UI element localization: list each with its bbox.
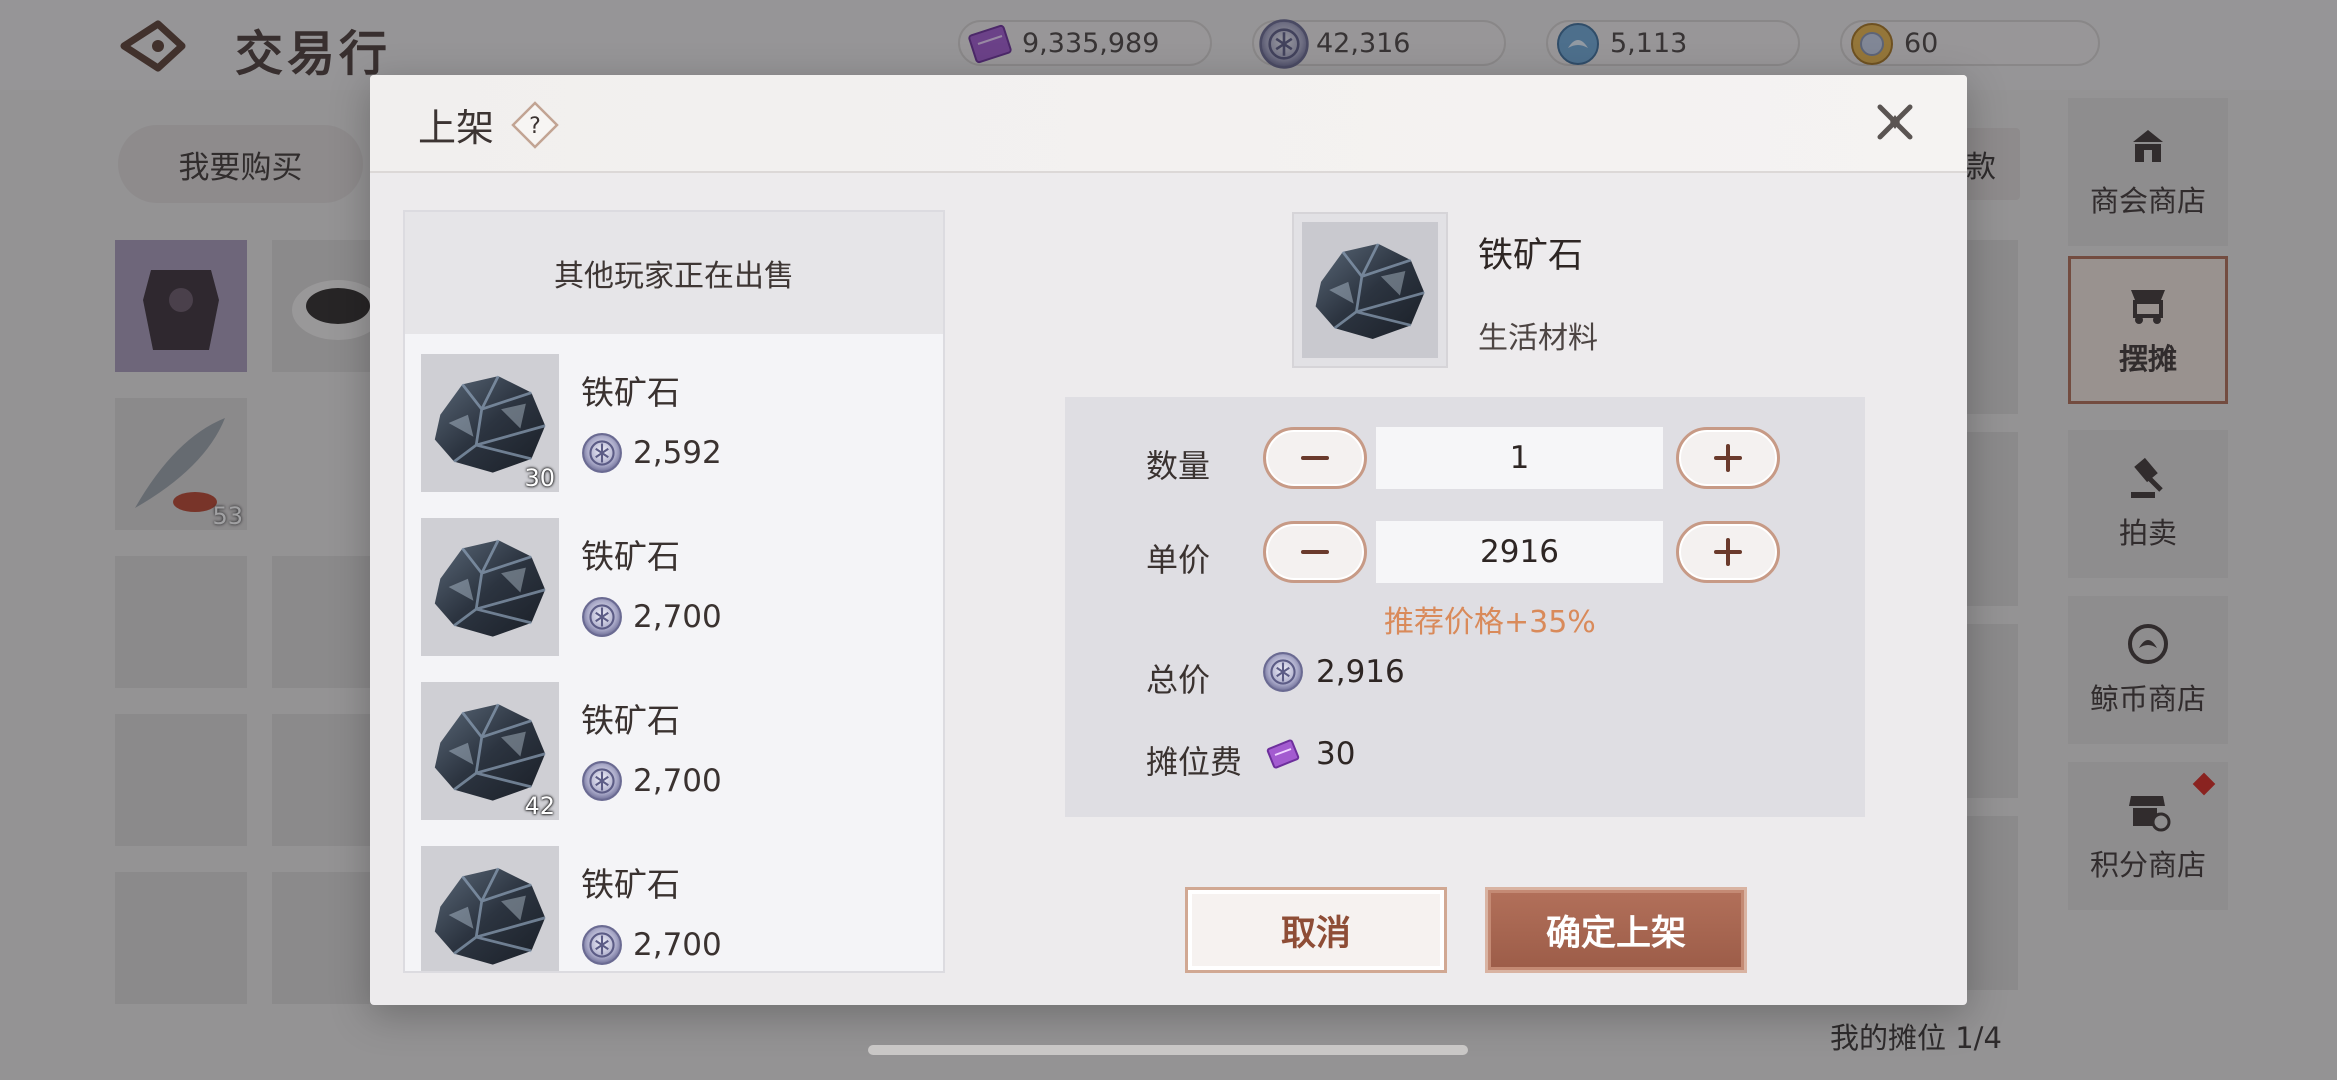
stall-fee: 30	[1262, 733, 1355, 775]
price-value: 2,700	[633, 927, 722, 963]
list-item[interactable]: 30 铁矿石 2,592	[421, 354, 931, 494]
item-name: 铁矿石	[581, 537, 680, 576]
total-price: 2,916	[1262, 651, 1405, 693]
price-value: 2,592	[633, 435, 722, 471]
total-price-label: 总价	[1146, 661, 1211, 699]
plus-icon	[1714, 538, 1742, 566]
item-count: 30	[524, 464, 555, 492]
selected-item-frame	[1292, 212, 1448, 368]
item-name: 铁矿石	[581, 865, 680, 904]
iron-ore-icon	[1302, 222, 1438, 358]
iron-ore-icon: 42	[421, 682, 559, 820]
plus-icon	[1714, 444, 1742, 472]
minus-icon	[1301, 456, 1329, 460]
iron-ore-icon: 30	[421, 354, 559, 492]
others-selling-header: 其他玩家正在出售	[405, 212, 943, 334]
cancel-button[interactable]: 取消	[1185, 887, 1447, 973]
list-item-dialog: 上架 ? 其他玩家正在出售 30 铁矿石 2,592 铁矿石 2,700 42 …	[370, 75, 1967, 1005]
item-price: 2,700	[581, 760, 722, 802]
list-item[interactable]: 42 铁矿石 2,700	[421, 682, 931, 822]
selected-item-name: 铁矿石	[1478, 236, 1584, 276]
minus-icon	[1301, 550, 1329, 554]
stall-fee-value: 30	[1316, 736, 1356, 772]
total-price-value: 2,916	[1316, 654, 1405, 690]
quantity-label: 数量	[1146, 447, 1211, 485]
home-indicator[interactable]	[868, 1045, 1468, 1055]
price-decrease-button[interactable]	[1263, 521, 1367, 583]
silver-coin-icon	[581, 432, 623, 474]
dialog-header: 上架 ?	[370, 75, 1967, 173]
selected-item-category: 生活材料	[1478, 321, 1598, 356]
help-icon[interactable]: ?	[510, 100, 560, 150]
item-name: 铁矿石	[581, 373, 680, 412]
silver-coin-icon	[581, 596, 623, 638]
item-count: 42	[524, 792, 555, 820]
unit-price-input[interactable]: 2916	[1376, 521, 1663, 583]
others-selling-panel[interactable]: 其他玩家正在出售 30 铁矿石 2,592 铁矿石 2,700 42 铁矿石 2…	[403, 210, 945, 973]
stall-fee-label: 摊位费	[1146, 743, 1243, 781]
dialog-title: 上架	[418, 106, 495, 150]
iron-ore-icon	[421, 518, 559, 656]
quantity-input[interactable]: 1	[1376, 427, 1663, 489]
item-price: 2,592	[581, 432, 722, 474]
unit-price-label: 单价	[1146, 541, 1211, 579]
close-icon[interactable]	[1870, 97, 1920, 147]
silver-coin-icon	[581, 924, 623, 966]
help-glyph: ?	[529, 114, 541, 139]
list-item[interactable]: 铁矿石 2,700	[421, 846, 931, 971]
price-value: 2,700	[633, 599, 722, 635]
recommended-price-hint: 推荐价格+35%	[1384, 605, 1596, 640]
confirm-list-button[interactable]: 确定上架	[1485, 887, 1747, 973]
item-name: 铁矿石	[581, 701, 680, 740]
silver-coin-icon	[581, 760, 623, 802]
price-value: 2,700	[633, 763, 722, 799]
iron-ore-icon	[421, 846, 559, 971]
list-item[interactable]: 铁矿石 2,700	[421, 518, 931, 658]
item-price: 2,700	[581, 596, 722, 638]
item-price: 2,700	[581, 924, 722, 966]
price-increase-button[interactable]	[1676, 521, 1780, 583]
quantity-decrease-button[interactable]	[1263, 427, 1367, 489]
silver-coin-icon	[1262, 651, 1304, 693]
ticket-currency-icon	[1266, 739, 1300, 769]
quantity-increase-button[interactable]	[1676, 427, 1780, 489]
